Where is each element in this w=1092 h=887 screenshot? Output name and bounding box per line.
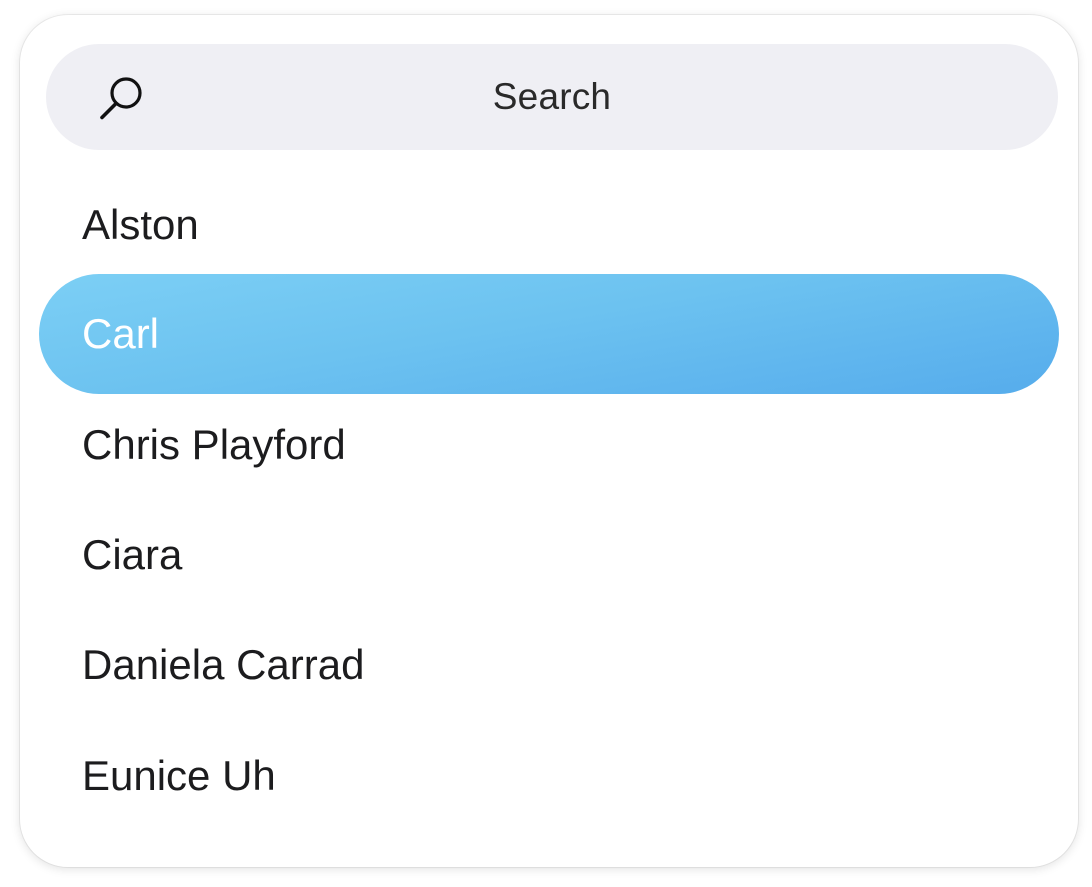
list-item-label: Carl xyxy=(82,310,160,357)
list-item-daniela-carrad[interactable]: Daniela Carrad xyxy=(39,605,1059,725)
list-item-carl[interactable]: Carl xyxy=(39,274,1059,394)
list-item-chris-playford[interactable]: Chris Playford xyxy=(39,385,1059,505)
list-item-label: Ciara xyxy=(82,531,183,578)
list-item-label: Alston xyxy=(82,201,199,248)
list-item-eunice-uh[interactable]: Eunice Uh xyxy=(39,716,1059,836)
list-item-ciara[interactable]: Ciara xyxy=(39,495,1059,615)
search-input[interactable]: Search xyxy=(46,44,1058,150)
list-item-label: Daniela Carrad xyxy=(82,641,365,688)
list-item-label: Chris Playford xyxy=(82,421,346,468)
search-placeholder: Search xyxy=(492,76,612,117)
list-item-alston[interactable]: Alston xyxy=(39,165,1059,285)
list-item-label: Eunice Uh xyxy=(82,752,276,799)
contact-picker-panel: Search Alston Carl Chris Playford Ciara … xyxy=(20,15,1078,867)
